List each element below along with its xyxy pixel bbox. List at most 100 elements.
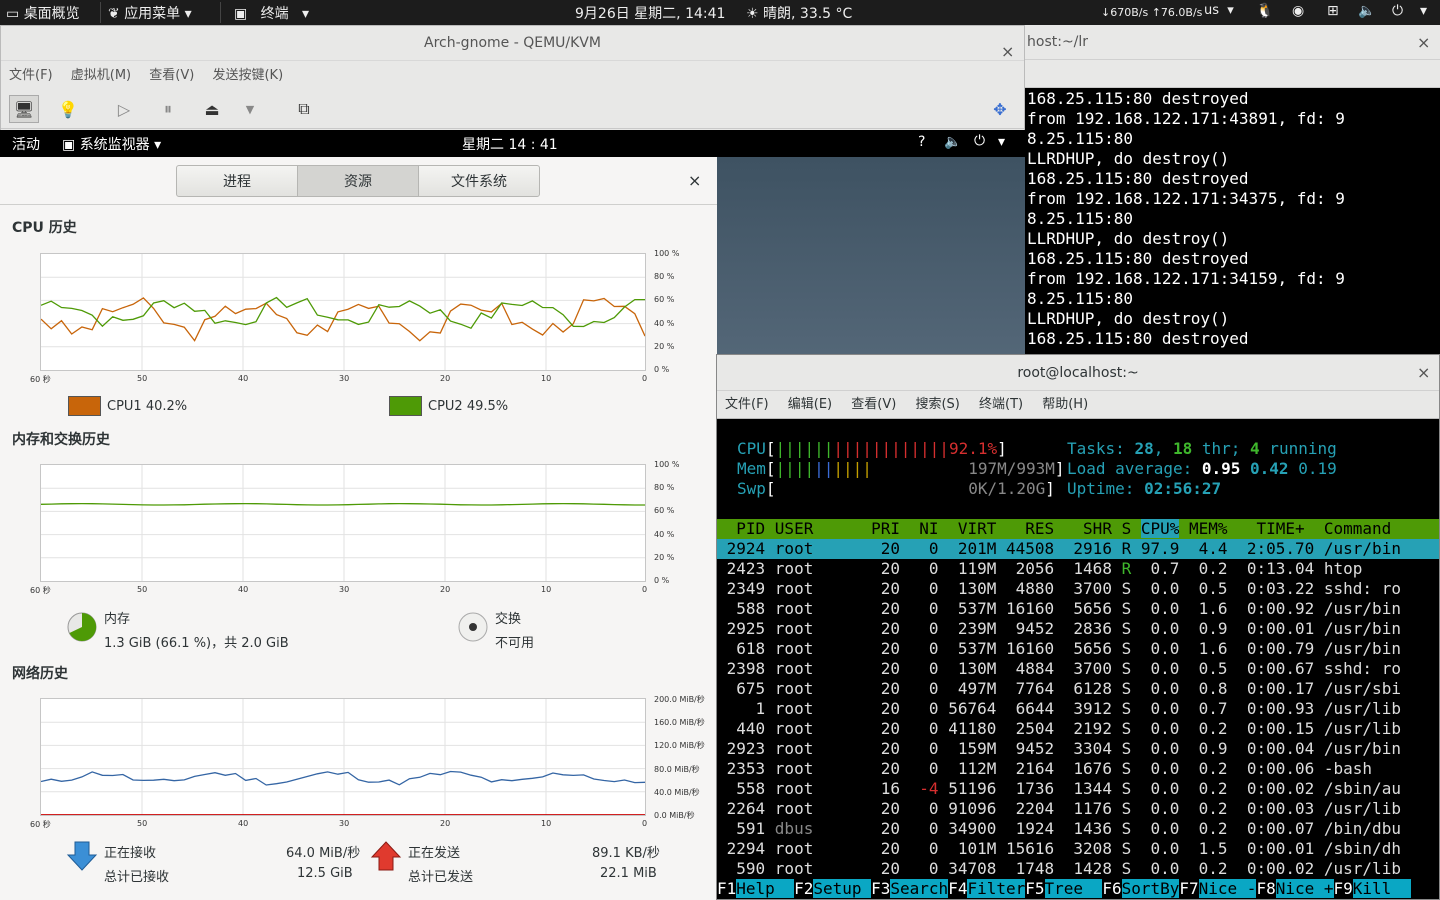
pause-icon[interactable]: ⏸: [153, 95, 183, 123]
details-icon[interactable]: 💡: [53, 95, 83, 123]
x-tick-label: 20: [440, 819, 451, 828]
net-speed: ↓670B/s ↑76.0B/s: [1101, 6, 1203, 19]
system-monitor-window: 进程 资源 文件系统 × CPU 历史 CPU1 40.2% CPU2 49.5…: [0, 157, 717, 900]
htop-menubar: 文件(F) 编辑(E) 查看(V) 搜索(S) 终端(T) 帮助(H): [717, 391, 1439, 419]
fkey-number[interactable]: F5: [1025, 879, 1044, 898]
fkey-label[interactable]: Tree: [1044, 879, 1103, 898]
power-icon[interactable]: ⏻: [1392, 3, 1403, 19]
cpu2-color-swatch[interactable]: [389, 396, 422, 416]
keyboard-layout[interactable]: us ▾: [1204, 3, 1234, 18]
fkey-label[interactable]: SortBy: [1121, 879, 1180, 898]
menu-view[interactable]: 查看(V): [149, 68, 194, 83]
tab-processes[interactable]: 进程: [176, 165, 298, 197]
power-icon[interactable]: ⏻: [974, 133, 985, 149]
htop-column-header[interactable]: PID USER PRI NI VIRT RES SHR S CPU% MEM%…: [717, 519, 1439, 539]
shutdown-menu-chevron-icon[interactable]: ▼: [235, 95, 265, 123]
fkey-number[interactable]: F2: [794, 879, 813, 898]
help-icon[interactable]: ?: [918, 134, 925, 150]
process-row[interactable]: 1 root 20 0 56764 6644 3912 S 0.0 0.7 0:…: [717, 699, 1439, 719]
volume-icon[interactable]: 🔈: [944, 134, 961, 150]
process-row[interactable]: 558 root 16 -4 51196 1736 1344 S 0.0 0.2…: [717, 779, 1439, 799]
fkey-label[interactable]: Kill: [1352, 879, 1411, 898]
volume-icon[interactable]: 🔈: [1358, 3, 1375, 19]
process-row[interactable]: 590 root 20 0 34708 1748 1428 S 0.0 0.2 …: [717, 859, 1439, 879]
process-row[interactable]: 2353 root 20 0 112M 2164 1676 S 0.0 0.2 …: [717, 759, 1439, 779]
weather[interactable]: ☀ 晴朗, 33.5 °C: [746, 3, 852, 23]
process-row[interactable]: 2423 root 20 0 119M 2056 1468 R 0.7 0.2 …: [717, 559, 1439, 579]
memory-chart: [40, 464, 646, 582]
terminal-menu-button[interactable]: ▣ 终端 ▾: [234, 3, 309, 23]
fkey-label[interactable]: Search: [890, 879, 949, 898]
tab-filesystems[interactable]: 文件系统: [418, 165, 540, 197]
process-row[interactable]: 440 root 20 0 41180 2504 2192 S 0.0 0.2 …: [717, 719, 1439, 739]
fkey-label[interactable]: Nice +: [1275, 879, 1334, 898]
process-row[interactable]: 591 dbus 20 0 34900 1924 1436 S 0.0 0.2 …: [717, 819, 1439, 839]
process-row[interactable]: 2923 root 20 0 159M 9452 3304 S 0.0 0.9 …: [717, 739, 1439, 759]
y-tick-label: 40 %: [654, 318, 675, 328]
fkey-label[interactable]: Filter: [967, 879, 1026, 898]
apps-menu-button[interactable]: ❦ 应用菜单 ▾: [108, 3, 192, 23]
process-row[interactable]: 2264 root 20 0 91096 2204 1176 S 0.0 0.2…: [717, 799, 1439, 819]
overview-button[interactable]: ▭ 桌面概览: [6, 3, 80, 23]
background-terminal-output[interactable]: 168.25.115:80 destroyed from 192.168.122.…: [1027, 89, 1345, 349]
sun-icon: ☀: [746, 6, 764, 22]
activities-button[interactable]: 活动: [12, 134, 40, 154]
close-icon[interactable]: ×: [688, 171, 701, 190]
x-tick-label: 0: [642, 585, 648, 594]
menu-sendkey[interactable]: 发送按键(K): [212, 68, 283, 83]
run-icon[interactable]: ▷: [109, 95, 139, 123]
clock[interactable]: 9月26日 星期二, 14:41: [575, 3, 725, 23]
process-row[interactable]: 2925 root 20 0 239M 9452 2836 S 0.0 0.9 …: [717, 619, 1439, 639]
snapshot-icon[interactable]: ⧉: [289, 95, 319, 123]
process-row[interactable]: 588 root 20 0 537M 16160 5656 S 0.0 1.6 …: [717, 599, 1439, 619]
memory-pie-icon[interactable]: [66, 611, 98, 643]
fkey-label[interactable]: Help: [736, 879, 795, 898]
upload-arrow-icon[interactable]: [370, 840, 402, 872]
fkey-number[interactable]: F1: [717, 879, 736, 898]
close-icon[interactable]: ×: [1417, 355, 1430, 391]
tab-resources[interactable]: 资源: [297, 165, 419, 197]
fkey-number[interactable]: F8: [1256, 879, 1275, 898]
menu-view[interactable]: 查看(V): [851, 397, 896, 412]
shutdown-icon[interactable]: ⏏: [197, 95, 227, 123]
process-row[interactable]: 618 root 20 0 537M 16160 5656 S 0.0 1.6 …: [717, 639, 1439, 659]
menu-help[interactable]: 帮助(H): [1042, 397, 1088, 412]
x-tick-label: 50: [137, 585, 148, 594]
console-icon[interactable]: 🖥: [9, 95, 39, 123]
fkey-number[interactable]: F7: [1179, 879, 1198, 898]
fkey-number[interactable]: F4: [948, 879, 967, 898]
close-icon[interactable]: ×: [1417, 25, 1430, 60]
process-row[interactable]: 2349 root 20 0 130M 4880 3700 S 0.0 0.5 …: [717, 579, 1439, 599]
chevron-down-icon[interactable]: ▾: [998, 134, 1005, 150]
app-menu-button[interactable]: ▣ 系统监视器 ▾: [62, 134, 161, 154]
fkey-number[interactable]: F3: [871, 879, 890, 898]
x-tick-label: 60 秒: [30, 820, 51, 829]
y-tick-label: 20 %: [654, 552, 675, 562]
swap-pie-icon[interactable]: [457, 611, 489, 643]
fkey-number[interactable]: F9: [1334, 879, 1353, 898]
app-indicator-icon[interactable]: ◉: [1292, 3, 1304, 19]
penguin-icon[interactable]: 🐧: [1256, 3, 1273, 19]
process-row[interactable]: 2924 root 20 0 201M 44508 2916 R 97.9 4.…: [717, 539, 1439, 559]
htop-screen[interactable]: CPU[||||||||||||||||||92.1%] Mem[|||||||…: [717, 419, 1439, 899]
cpu1-color-swatch[interactable]: [68, 396, 101, 416]
process-row[interactable]: 2294 root 20 0 101M 15616 3208 S 0.0 1.5…: [717, 839, 1439, 859]
download-arrow-icon[interactable]: [66, 840, 98, 872]
menu-terminal[interactable]: 终端(T): [979, 397, 1023, 412]
fkey-label[interactable]: Setup: [813, 879, 872, 898]
network-icon[interactable]: ⊞: [1327, 3, 1339, 19]
close-icon[interactable]: ×: [1001, 34, 1014, 69]
menu-file[interactable]: 文件(F): [725, 397, 769, 412]
power-menu-chevron-icon[interactable]: ▾: [1420, 3, 1427, 19]
fullscreen-icon[interactable]: ✥: [985, 95, 1015, 123]
menu-file[interactable]: 文件(F): [9, 68, 53, 83]
guest-clock[interactable]: 星期二 14 : 41: [462, 134, 558, 154]
fkey-number[interactable]: F6: [1102, 879, 1121, 898]
x-tick-label: 40: [238, 819, 249, 828]
process-row[interactable]: 675 root 20 0 497M 7764 6128 S 0.0 0.8 0…: [717, 679, 1439, 699]
fkey-label[interactable]: Nice -: [1198, 879, 1257, 898]
process-row[interactable]: 2398 root 20 0 130M 4884 3700 S 0.0 0.5 …: [717, 659, 1439, 679]
menu-edit[interactable]: 编辑(E): [788, 397, 832, 412]
menu-search[interactable]: 搜索(S): [915, 397, 959, 412]
menu-vm[interactable]: 虚拟机(M): [71, 68, 131, 83]
